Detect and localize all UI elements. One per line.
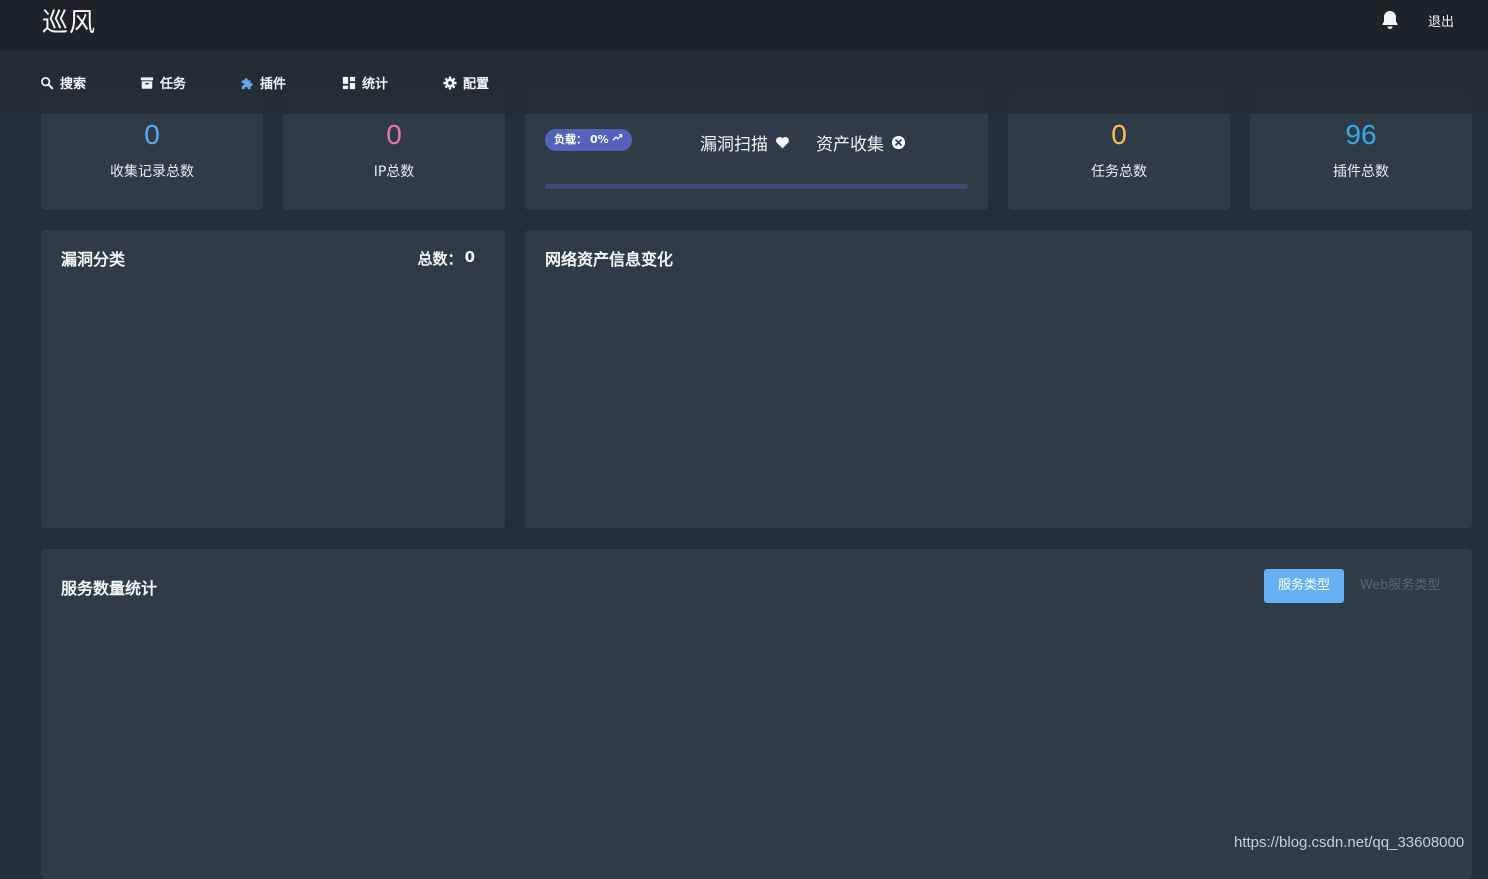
stat-value: 0	[1111, 119, 1127, 150]
stat-value: 0	[144, 119, 160, 150]
nav-item-label: 插件	[260, 77, 287, 92]
vuln-total: 总数： 0	[418, 248, 475, 269]
puzzle-icon	[240, 76, 254, 90]
load-badge: 负载： 0%	[545, 129, 632, 151]
archive-icon	[140, 76, 154, 90]
stat-label: 任务总数	[1091, 164, 1147, 180]
stat-label: 收集记录总数	[110, 164, 194, 180]
app-logo[interactable]: 巡风	[42, 2, 96, 39]
tab-web-service-type[interactable]: Web服务类型	[1360, 569, 1440, 603]
watermark: https://blog.csdn.net/qq_33608000	[1234, 834, 1465, 851]
nav-item-label: 配置	[463, 77, 490, 92]
nav-item-tasks[interactable]: 任务	[140, 73, 186, 92]
total-value: 0	[464, 248, 475, 266]
tab-service-type[interactable]: 服务类型	[1264, 569, 1344, 603]
load-label: 负载：	[554, 133, 587, 146]
stat-label: 插件总数	[1333, 164, 1389, 180]
dashboard-icon	[342, 76, 356, 90]
stat-value: 0	[386, 119, 402, 150]
main-nav: 搜索 任务 插件 统计 配置	[0, 50, 1488, 114]
nav-item-search[interactable]: 搜索	[40, 73, 86, 92]
gear-icon	[443, 75, 457, 90]
load-value: 0%	[590, 133, 609, 146]
panel-title: 服务数量统计	[61, 579, 158, 598]
heart-icon	[775, 135, 790, 150]
vuln-scan-label: 漏洞扫描	[700, 135, 768, 155]
engine-status: 漏洞扫描 资产收集	[700, 130, 906, 155]
nav-item-plugins[interactable]: 插件	[240, 73, 286, 92]
nav-item-settings[interactable]: 配置	[443, 73, 489, 92]
service-stats-panel: 服务数量统计 服务类型 Web服务类型	[41, 549, 1472, 879]
trend-up-icon	[612, 129, 623, 151]
bell-icon[interactable]	[1378, 8, 1402, 32]
network-asset-panel: 网络资产信息变化	[525, 230, 1472, 528]
total-label: 总数：	[417, 250, 463, 268]
top-bar: 巡风 退出	[0, 0, 1488, 50]
panel-title: 漏洞分类	[61, 250, 126, 269]
nav-item-stats[interactable]: 统计	[342, 73, 388, 92]
close-circle-icon	[891, 135, 906, 150]
nav-item-label: 统计	[362, 77, 389, 92]
panel-title: 网络资产信息变化	[545, 250, 674, 269]
asset-collect-label: 资产收集	[816, 135, 884, 155]
stat-label: IP总数	[373, 164, 415, 180]
stat-value: 96	[1345, 119, 1377, 150]
vuln-category-panel: 漏洞分类 总数： 0	[41, 230, 505, 528]
search-icon	[40, 76, 54, 90]
nav-item-label: 任务	[160, 77, 187, 92]
logout-button[interactable]: 退出	[1428, 11, 1454, 30]
nav-item-label: 搜索	[60, 77, 87, 92]
load-progress-bar	[545, 184, 968, 189]
